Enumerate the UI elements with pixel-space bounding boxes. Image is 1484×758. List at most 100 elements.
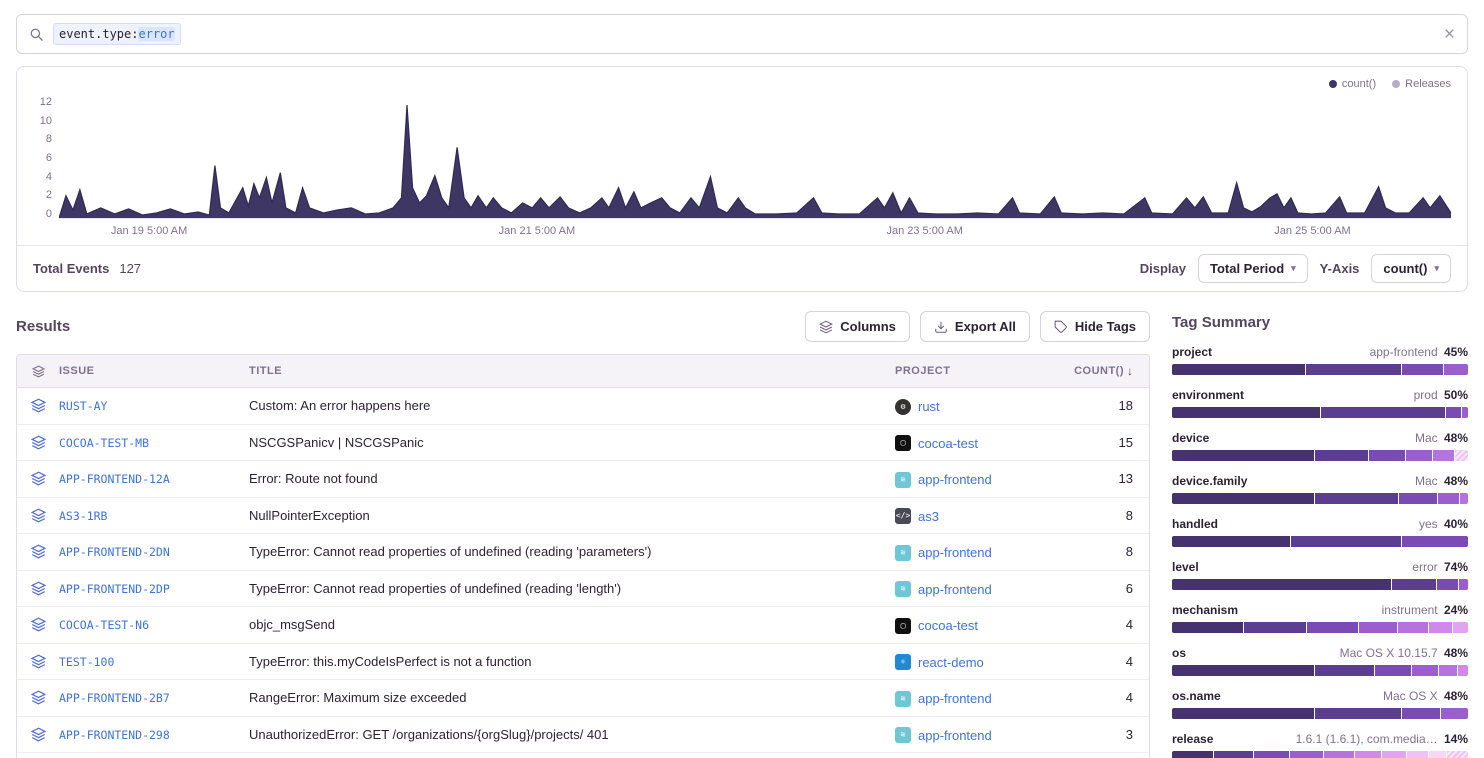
search-bar[interactable]: event.type:error × <box>16 14 1468 54</box>
tag-bar-segment[interactable] <box>1382 751 1406 758</box>
issue-link[interactable]: AS3-1RB <box>59 509 107 523</box>
tag-bar-segment[interactable] <box>1455 450 1468 461</box>
tag-bar-segment[interactable] <box>1315 708 1401 719</box>
export-all-button[interactable]: Export All <box>920 311 1030 342</box>
platform-icon: ≋ <box>895 545 911 561</box>
tag-bar-segment[interactable] <box>1459 579 1468 590</box>
display-dropdown[interactable]: Total Period ▾ <box>1198 254 1308 283</box>
issue-link[interactable]: APP-FRONTEND-2DP <box>59 582 170 596</box>
tag-bar-segment[interactable] <box>1441 708 1468 719</box>
legend-dot <box>1329 80 1337 88</box>
tag-bar-segment[interactable] <box>1458 665 1468 676</box>
tag-bar-segment[interactable] <box>1444 364 1468 375</box>
tag-bar-segment[interactable] <box>1460 493 1468 504</box>
tag-bar-segment[interactable] <box>1438 493 1459 504</box>
tag-bar-segment[interactable] <box>1254 751 1290 758</box>
project-link[interactable]: ▢ cocoa-test <box>895 435 978 451</box>
tag-bar-segment[interactable] <box>1244 622 1306 633</box>
tag-bar-segment[interactable] <box>1462 407 1468 418</box>
tag-bar-segment[interactable] <box>1172 407 1320 418</box>
tag-bar-segment[interactable] <box>1453 622 1468 633</box>
tag-bar-segment[interactable] <box>1429 622 1453 633</box>
tag-bar-segment[interactable] <box>1290 751 1323 758</box>
tag-bar-segment[interactable] <box>1412 665 1439 676</box>
project-link[interactable]: ⚙ rust <box>895 399 940 415</box>
project-link[interactable]: ⚛ react-demo <box>895 654 984 670</box>
tag-bar-segment[interactable] <box>1214 751 1252 758</box>
tag-bar-segment[interactable] <box>1172 536 1290 547</box>
tag-bar-segment[interactable] <box>1172 364 1305 375</box>
tag-bar-segment[interactable] <box>1172 622 1243 633</box>
header-project[interactable]: PROJECT <box>895 365 1063 377</box>
issue-link[interactable]: APP-FRONTEND-2B7 <box>59 691 170 705</box>
tag-bar-segment[interactable] <box>1307 622 1357 633</box>
legend-item[interactable]: Releases <box>1392 78 1451 90</box>
tag-bar-segment[interactable] <box>1407 751 1428 758</box>
y-axis-dropdown[interactable]: count() ▾ <box>1371 254 1451 283</box>
project-link[interactable]: ▢ cocoa-test <box>895 618 978 634</box>
event-title: TypeError: Cannot read properties of und… <box>249 544 651 559</box>
tag-summary-item: device.family Mac 48% <box>1172 474 1468 504</box>
project-link[interactable]: ≋ app-frontend <box>895 691 992 707</box>
tag-bar-segment[interactable] <box>1172 665 1314 676</box>
tag-bar-segment[interactable] <box>1321 407 1445 418</box>
search-query-token[interactable]: event.type:error <box>53 23 181 45</box>
display-label: Display <box>1140 261 1186 276</box>
tag-bar-segment[interactable] <box>1406 450 1433 461</box>
tag-bar-segment[interactable] <box>1306 364 1401 375</box>
tag-bar-segment[interactable] <box>1172 450 1314 461</box>
issue-link[interactable]: APP-FRONTEND-12A <box>59 472 170 486</box>
tag-bar-segment[interactable] <box>1359 622 1397 633</box>
issue-stack-icon <box>31 581 46 596</box>
tag-bar-segment[interactable] <box>1446 407 1461 418</box>
header-count[interactable]: COUNT() ↓ <box>1063 364 1149 378</box>
project-link[interactable]: </> as3 <box>895 508 939 524</box>
hide-tags-button[interactable]: Hide Tags <box>1040 311 1150 342</box>
tag-bar-segment[interactable] <box>1315 665 1374 676</box>
tag-bar-segment[interactable] <box>1398 622 1428 633</box>
tag-bar-segment[interactable] <box>1355 751 1382 758</box>
tag-bar-segment[interactable] <box>1429 751 1447 758</box>
tag-bar-segment[interactable] <box>1439 665 1457 676</box>
columns-button[interactable]: Columns <box>805 311 910 342</box>
tag-bar-segment[interactable] <box>1392 579 1436 590</box>
count-value: 4 <box>1126 690 1133 705</box>
project-link[interactable]: ≋ app-frontend <box>895 545 992 561</box>
project-link[interactable]: ≋ app-frontend <box>895 727 992 743</box>
tag-name: handled <box>1172 517 1218 531</box>
header-title[interactable]: TITLE <box>249 365 895 377</box>
tag-bar-segment[interactable] <box>1172 493 1314 504</box>
tag-bar-segment[interactable] <box>1375 665 1411 676</box>
tag-bar-segment[interactable] <box>1315 493 1398 504</box>
tag-bar-segment[interactable] <box>1402 536 1468 547</box>
chart-plot[interactable] <box>59 97 1451 219</box>
tag-bar-segment[interactable] <box>1369 450 1405 461</box>
legend-item[interactable]: count() <box>1329 78 1376 90</box>
issue-link[interactable]: APP-FRONTEND-2DN <box>59 545 170 559</box>
tag-bar-segment[interactable] <box>1291 536 1401 547</box>
chart-y-axis: 121086420 <box>25 97 59 219</box>
clear-search-button[interactable]: × <box>1444 25 1455 44</box>
issue-link[interactable]: COCOA-TEST-N6 <box>59 618 149 632</box>
issue-link[interactable]: RUST-AY <box>59 399 107 413</box>
tag-bar-segment[interactable] <box>1172 751 1213 758</box>
tag-bar-segment[interactable] <box>1437 579 1458 590</box>
issue-link[interactable]: APP-FRONTEND-298 <box>59 728 170 742</box>
header-issue[interactable]: ISSUE <box>59 365 249 377</box>
tag-bar-segment[interactable] <box>1402 364 1443 375</box>
tag-bar-segment[interactable] <box>1172 579 1391 590</box>
issue-link[interactable]: COCOA-TEST-MB <box>59 436 149 450</box>
issue-link[interactable]: TEST-100 <box>59 655 114 669</box>
tag-bar-segment[interactable] <box>1324 751 1354 758</box>
tag-bar-segment[interactable] <box>1447 751 1468 758</box>
project-link[interactable]: ≋ app-frontend <box>895 472 992 488</box>
tag-bar-segment[interactable] <box>1315 450 1368 461</box>
tag-summary-item: handled yes 40% <box>1172 517 1468 547</box>
tag-bar-segment[interactable] <box>1433 450 1454 461</box>
tag-bar-segment[interactable] <box>1399 493 1437 504</box>
tag-bar-segment[interactable] <box>1402 708 1440 719</box>
project-link[interactable]: ≋ app-frontend <box>895 581 992 597</box>
chevron-down-icon: ▾ <box>1434 263 1439 274</box>
tag-bar-segment[interactable] <box>1172 708 1314 719</box>
issue-stack-icon <box>31 654 46 669</box>
